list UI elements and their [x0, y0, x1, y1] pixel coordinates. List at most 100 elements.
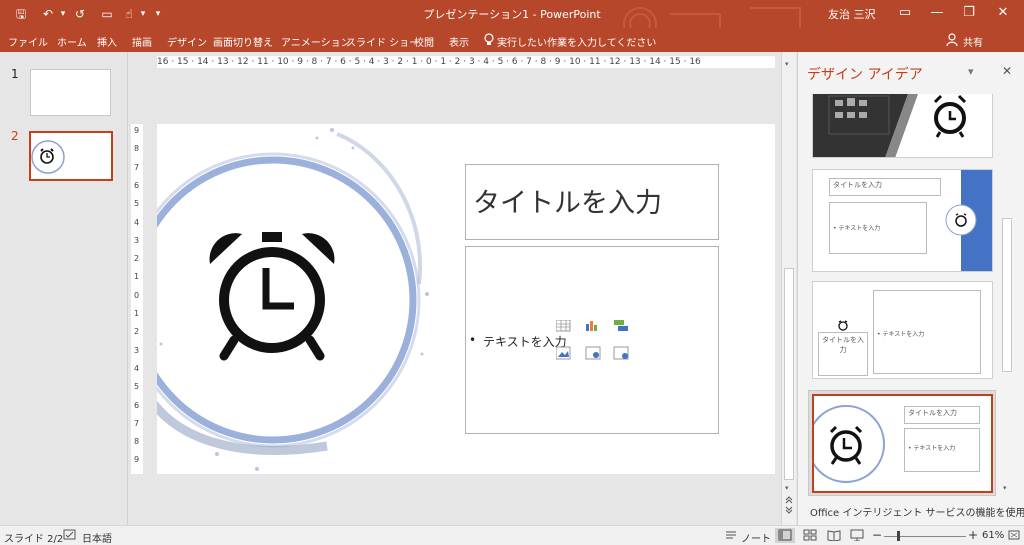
design-pane-scroll-down-icon[interactable]: ▾: [1003, 484, 1007, 492]
tab-home[interactable]: ホーム: [57, 34, 87, 49]
fit-to-window-icon[interactable]: [1007, 529, 1021, 541]
tab-transitions[interactable]: 画面切り替え: [213, 34, 273, 49]
lightbulb-icon: [484, 33, 494, 45]
thumbnail-clock-icon: [31, 140, 65, 174]
design-idea-4-title: タイトルを入力: [904, 406, 980, 424]
zoom-level[interactable]: 61%: [982, 530, 1004, 541]
horizontal-ruler: 16 · 15 · 14 · 13 · 12 · 11 · 10 · 9 · 8…: [157, 56, 775, 68]
content-placeholder[interactable]: • テキストを入力: [465, 246, 719, 434]
scroll-down-icon[interactable]: ▾: [785, 484, 789, 492]
zoom-out-icon[interactable]: −: [872, 528, 882, 542]
vertical-ruler-tick: 6: [134, 180, 140, 190]
design-idea-1[interactable]: [812, 94, 993, 158]
vertical-ruler-tick: 2: [134, 254, 140, 264]
ribbon-tabs: ファイル ホーム 挿入 描画 デザイン 画面切り替え アニメーション スライド …: [0, 28, 1024, 52]
ribbon-display-options-icon[interactable]: ▭: [890, 3, 920, 23]
vertical-ruler-tick: 9: [134, 126, 140, 135]
normal-view-icon[interactable]: [778, 529, 792, 541]
slide-sorter-view-icon[interactable]: [803, 529, 817, 541]
vertical-ruler-tick: 7: [134, 418, 140, 428]
vertical-ruler-tick: 7: [134, 162, 140, 172]
content-placeholder-text[interactable]: テキストを入力: [483, 333, 567, 350]
vertical-ruler-tick: 5: [134, 199, 140, 209]
notes-button[interactable]: ノート: [741, 530, 771, 545]
design-idea-3[interactable]: タイトルを入力 • テキストを入力: [812, 281, 993, 379]
slide-thumbnail-2[interactable]: [29, 131, 113, 181]
vertical-ruler-tick: 4: [134, 217, 140, 227]
minimize-button[interactable]: —: [922, 3, 952, 23]
insert-table-icon: [556, 320, 571, 332]
spelling-check-icon[interactable]: [63, 529, 77, 541]
tab-insert[interactable]: 挿入: [97, 34, 117, 49]
tab-animations[interactable]: アニメーション: [281, 34, 351, 49]
pane-close-icon[interactable]: ✕: [1002, 64, 1012, 78]
user-name[interactable]: 友治 三沢: [828, 6, 876, 22]
vertical-ruler-tick: 8: [134, 437, 140, 447]
canvas-scrollbar[interactable]: ▾ ▾: [781, 52, 796, 525]
vertical-ruler-tick: 5: [134, 382, 140, 392]
design-idea-4-frame: タイトルを入力 • テキストを入力: [812, 394, 993, 493]
scroll-up-icon[interactable]: ▾: [785, 60, 789, 68]
design-idea-3-clock-icon: [838, 320, 848, 331]
design-idea-4-body: • テキストを入力: [904, 428, 980, 472]
share-button[interactable]: 共有: [963, 34, 983, 49]
insert-picture-icon: [556, 346, 571, 360]
tab-design[interactable]: デザイン: [167, 34, 207, 49]
tab-slideshow[interactable]: スライド ショー: [346, 34, 419, 49]
pane-options-icon[interactable]: ▾: [968, 65, 974, 78]
zoom-in-icon[interactable]: +: [968, 528, 978, 542]
design-idea-2[interactable]: タイトルを入力 • テキストを入力: [812, 169, 993, 272]
vertical-ruler-tick: 6: [134, 400, 140, 410]
prev-next-slide-icon[interactable]: [784, 494, 794, 516]
design-idea-4-clock-image: [814, 405, 885, 483]
design-idea-2-title: タイトルを入力: [829, 178, 941, 196]
vertical-ruler: 9 8 7 6 5 4 3 2 1 0 1 2 3 4 5 6 7 8 9: [131, 124, 143, 474]
vertical-ruler-tick: 9: [134, 455, 140, 465]
restore-button[interactable]: ❐: [954, 3, 984, 23]
vertical-ruler-tick: 8: [134, 144, 140, 154]
vertical-ruler-tick: 3: [134, 345, 140, 355]
title-placeholder[interactable]: タイトルを入力: [465, 164, 719, 240]
design-idea-3-body: • テキストを入力: [873, 290, 981, 374]
insert-content-icons: [556, 320, 629, 360]
horizontal-ruler-scale: 16 · 15 · 14 · 13 · 12 · 11 · 10 · 9 · 8…: [157, 57, 701, 67]
tab-draw[interactable]: 描画: [132, 34, 152, 49]
close-button[interactable]: ✕: [988, 3, 1018, 23]
design-ideas-title: デザイン アイデア: [807, 67, 923, 83]
design-idea-1-preview: [813, 94, 992, 157]
canvas-scroll-thumb[interactable]: [784, 268, 794, 480]
design-idea-2-clock-icon: [945, 204, 977, 236]
tab-review[interactable]: 校閲: [414, 34, 434, 49]
tab-view[interactable]: 表示: [449, 34, 469, 49]
bullet-icon: •: [469, 333, 477, 347]
thumbnail-number-1: 1: [11, 67, 19, 81]
design-ideas-pane: デザイン アイデア ▾ ✕ タイトルを入力 • テキストを入力 タイトルを入力: [797, 52, 1024, 525]
design-idea-2-body: • テキストを入力: [829, 202, 927, 254]
title-bar: 🖫 ↶ ▾ ↺ ▭ ☝ ▾ ▾ プレゼンテーション1 - PowerPoint …: [0, 0, 1024, 47]
tell-me-input[interactable]: 実行したい作業を入力してください: [497, 34, 656, 49]
notes-icon: [726, 531, 736, 539]
thumbnail-number-2: 2: [11, 129, 19, 143]
design-pane-scrollbar[interactable]: ▾: [1001, 94, 1013, 496]
slide-thumbnail-1[interactable]: [30, 69, 111, 116]
insert-online-picture-icon: [585, 346, 601, 360]
reading-view-icon[interactable]: [827, 529, 841, 541]
slide-show-view-icon[interactable]: [850, 529, 864, 541]
insert-chart-icon: [586, 321, 597, 331]
title-placeholder-text[interactable]: タイトルを入力: [473, 181, 662, 220]
slide-indicator[interactable]: スライド 2/2: [4, 530, 63, 545]
design-idea-3-title: タイトルを入力: [818, 332, 868, 376]
vertical-ruler-tick: 3: [134, 235, 140, 245]
insert-video-icon: [613, 346, 629, 360]
alarm-clock-icon[interactable]: [202, 228, 342, 368]
vertical-ruler-tick: 0: [134, 290, 140, 300]
share-icon: [946, 33, 958, 46]
tab-file[interactable]: ファイル: [8, 34, 48, 49]
vertical-ruler-tick: 1: [134, 272, 140, 282]
vertical-ruler-tick: 4: [134, 363, 140, 373]
slide[interactable]: タイトルを入力 • テキストを入力: [157, 124, 775, 474]
design-idea-4-selected[interactable]: タイトルを入力 • テキストを入力: [808, 390, 996, 496]
language-indicator[interactable]: 日本語: [82, 530, 112, 545]
design-pane-scroll-thumb[interactable]: [1002, 218, 1012, 372]
zoom-slider-thumb[interactable]: [896, 531, 900, 541]
